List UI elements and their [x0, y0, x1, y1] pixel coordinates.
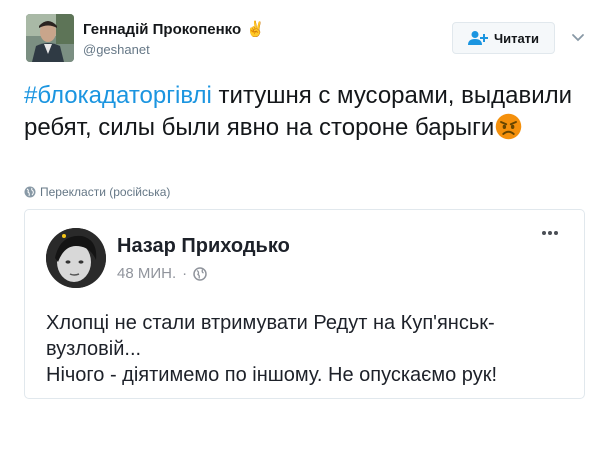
- victory-hand-emoji: ✌: [246, 21, 265, 38]
- fb-post-text: Хлопці не стали втримувати Редут на Куп'…: [46, 310, 571, 388]
- fb-post-meta: 48 МИН. ·: [117, 265, 207, 282]
- embedded-facebook-post[interactable]: Назар Приходько 48 МИН. · Хлопці не стал…: [24, 209, 585, 399]
- fb-post-time[interactable]: 48 МИН.: [117, 265, 176, 282]
- fb-author-avatar[interactable]: [46, 228, 106, 288]
- author-name[interactable]: Геннадій Прокопенко ✌: [83, 20, 265, 38]
- follow-button-label: Читати: [493, 30, 540, 46]
- fb-author-photo: [46, 228, 106, 288]
- author-handle[interactable]: @geshanet: [83, 42, 150, 57]
- tweet-text: #блокадаторгівлі титушня с мусорами, выд…: [24, 80, 589, 144]
- more-dots-icon[interactable]: [540, 228, 560, 238]
- fb-post-line-2: Нічого - діятимемо по іншому. Не опускає…: [46, 364, 498, 386]
- translate-link[interactable]: Перекласти (російська): [24, 185, 170, 199]
- author-photo: [26, 14, 74, 62]
- globe-icon: [193, 266, 207, 281]
- follow-button[interactable]: Читати: [452, 22, 555, 54]
- fb-post-line-1: Хлопці не стали втримувати Редут на Куп'…: [46, 312, 495, 360]
- chevron-down-icon[interactable]: [570, 30, 586, 46]
- author-name-text: Геннадій Прокопенко: [83, 21, 242, 38]
- hashtag-link[interactable]: #блокадаторгівлі: [24, 82, 212, 109]
- tweet: Геннадій Прокопенко ✌ @geshanet Читати #…: [0, 0, 606, 464]
- translate-label: Перекласти (російська): [40, 185, 171, 199]
- author-avatar[interactable]: [26, 14, 74, 62]
- fb-author-name[interactable]: Назар Приходько: [117, 235, 290, 258]
- angry-face-emoji: [496, 113, 522, 140]
- globe-icon: [24, 186, 36, 198]
- add-user-icon: [467, 31, 488, 45]
- meta-separator: ·: [182, 265, 188, 282]
